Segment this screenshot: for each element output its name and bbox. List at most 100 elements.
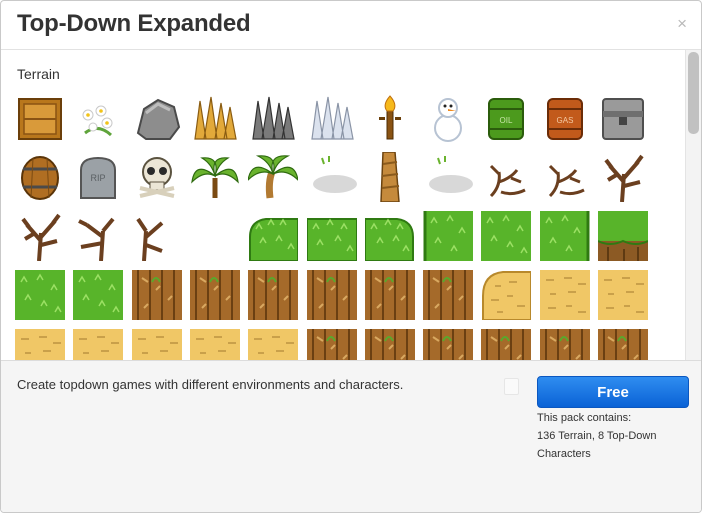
pack-description: Create topdown games with different envi…: [17, 377, 404, 392]
dead-branch-icon: [548, 164, 585, 198]
tile-dead-branch[interactable]: [540, 152, 590, 202]
tile-cliff[interactable]: [365, 270, 415, 320]
tile-cliff[interactable]: [365, 329, 415, 360]
svg-text:OIL: OIL: [500, 116, 513, 125]
cliff-icon: [598, 329, 648, 360]
sand-top-left-icon: [482, 271, 532, 321]
tile-palm-bush[interactable]: [190, 152, 240, 202]
tile-barrel-gas[interactable]: GAS: [540, 93, 590, 143]
dead-tree-icon: [604, 154, 644, 203]
sand-icon: [248, 329, 298, 360]
tile-grass-cliff[interactable]: [597, 211, 649, 261]
tile-grass-edge-right[interactable]: [540, 211, 590, 261]
crate-icon: [18, 98, 62, 140]
pack-info: This pack contains: 136 Terrain, 8 Top-D…: [537, 409, 656, 463]
tile-tree-right[interactable]: [132, 211, 182, 262]
cliff-icon: [423, 270, 473, 320]
tile-tree-left[interactable]: [73, 211, 123, 262]
tile-crate[interactable]: [15, 93, 65, 143]
tile-cliff[interactable]: [540, 329, 590, 360]
cliff-icon: [365, 270, 415, 320]
tile-palm-tree[interactable]: [247, 152, 299, 202]
tile-sand[interactable]: [248, 329, 298, 360]
tile-cliff[interactable]: [307, 329, 357, 360]
tile-grass[interactable]: [15, 270, 65, 320]
tile-chest[interactable]: [598, 93, 648, 143]
tile-sand[interactable]: [132, 329, 182, 360]
dead-tree-icon: [21, 213, 61, 262]
tile-cliff[interactable]: [190, 270, 240, 320]
tile-snowman[interactable]: [423, 93, 473, 143]
pack-line-2: Characters: [537, 448, 591, 460]
tile-barrel-oil[interactable]: OIL: [481, 93, 531, 143]
tile-grass-top[interactable]: [306, 211, 358, 262]
free-button[interactable]: Free: [537, 376, 689, 408]
dialog-title: Top-Down Expanded: [17, 10, 251, 37]
select-checkbox[interactable]: [504, 378, 519, 395]
close-icon[interactable]: ×: [677, 14, 687, 34]
tile-shadow[interactable]: [423, 152, 473, 202]
tile-sand[interactable]: [73, 329, 123, 360]
tile-cliff[interactable]: [598, 329, 648, 360]
tile-sand[interactable]: [598, 270, 648, 320]
dialog-footer: Create topdown games with different envi…: [1, 360, 701, 512]
scrollbar-thumb[interactable]: [688, 52, 699, 134]
tile-dead-branch[interactable]: [481, 152, 531, 202]
tile-sand[interactable]: [540, 270, 590, 320]
cliff-icon: [132, 270, 182, 320]
tile-spikes-dark[interactable]: [248, 93, 298, 143]
barrel-oil-icon: OIL: [488, 98, 524, 140]
tile-cliff[interactable]: [248, 270, 298, 320]
tile-spikes-gold[interactable]: [190, 93, 240, 143]
sand-icon: [132, 329, 182, 360]
gravestone-icon: RIP: [80, 156, 116, 199]
pack-label: This pack contains:: [537, 412, 632, 424]
tile-rock[interactable]: [132, 93, 182, 143]
tile-cliff[interactable]: [481, 329, 531, 360]
grass-top-right-icon: [364, 218, 414, 262]
tile-grass-edge-left[interactable]: [423, 211, 473, 261]
grass-top-icon: [306, 218, 358, 262]
flowers-icon: [82, 105, 113, 137]
svg-text:RIP: RIP: [90, 173, 105, 183]
palm-bush-icon: [191, 157, 239, 198]
tile-dead-tree[interactable]: [15, 211, 65, 262]
sand-icon: [190, 329, 240, 360]
tile-flowers[interactable]: [73, 93, 123, 143]
tile-palm-trunk[interactable]: [365, 151, 415, 203]
tile-spikes-ice[interactable]: [307, 93, 357, 143]
tile-gravestone[interactable]: RIP: [73, 152, 123, 202]
barrel-gas-icon: GAS: [547, 98, 583, 140]
palm-tree-icon: [247, 155, 299, 199]
tile-grass[interactable]: [73, 270, 123, 320]
tile-sand[interactable]: [190, 329, 240, 360]
tile-skull[interactable]: [132, 152, 182, 202]
tile-cliff[interactable]: [423, 329, 473, 360]
tree-left-icon: [78, 217, 115, 262]
pack-content: Terrain OIL GAS RIP: [1, 50, 686, 360]
spikes-dark-icon: [252, 96, 295, 140]
tile-grass-top-left[interactable]: [248, 211, 299, 262]
sand-icon: [540, 270, 590, 320]
tile-barrel[interactable]: [15, 152, 65, 202]
skull-icon: [139, 157, 175, 198]
scrollbar[interactable]: [685, 50, 701, 360]
torch-icon: [379, 95, 401, 140]
tile-sand[interactable]: [15, 329, 65, 360]
tile-blank[interactable]: [190, 211, 240, 261]
tile-cliff[interactable]: [132, 270, 182, 320]
spikes-gold-icon: [194, 96, 237, 140]
tile-sand-top-left[interactable]: [481, 270, 532, 321]
cliff-icon: [248, 270, 298, 320]
tile-grass-top-right[interactable]: [364, 211, 415, 262]
tile-cliff[interactable]: [423, 270, 473, 320]
tile-torch[interactable]: [365, 93, 415, 143]
tile-cliff[interactable]: [307, 270, 357, 320]
section-title: Terrain: [17, 66, 60, 82]
tile-shadow[interactable]: [307, 152, 357, 202]
tile-dead-tree[interactable]: [598, 152, 648, 203]
cliff-icon: [540, 329, 590, 360]
cliff-icon: [423, 329, 473, 360]
tile-grass[interactable]: [481, 211, 531, 261]
grass-icon: [73, 270, 123, 320]
